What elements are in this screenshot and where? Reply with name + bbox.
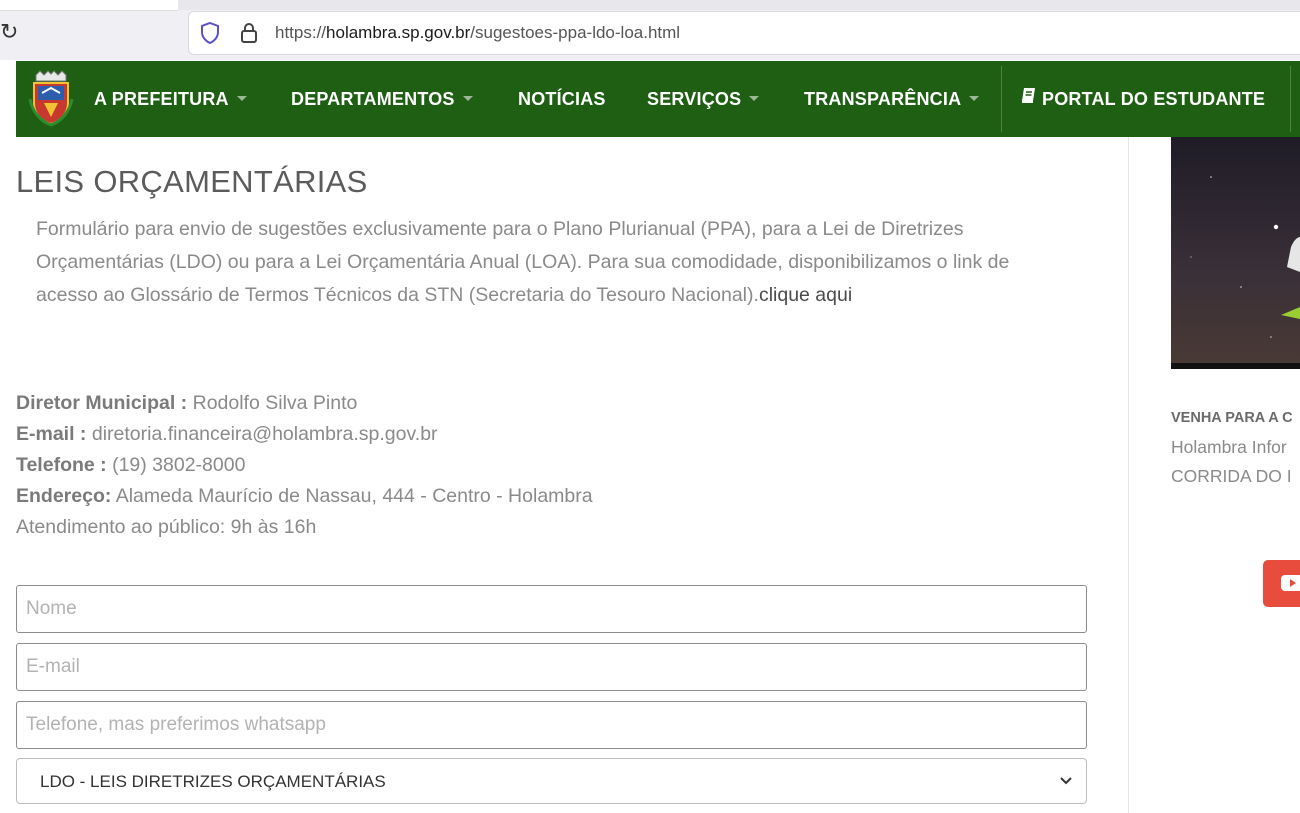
- sidebar-news-title[interactable]: VENHA PARA A C: [1171, 410, 1293, 426]
- page-title: LEIS ORÇAMENTÁRIAS: [16, 164, 368, 199]
- browser-tab[interactable]: [0, 0, 178, 11]
- youtube-button[interactable]: [1263, 560, 1300, 607]
- book-icon: [1021, 87, 1037, 109]
- sidebar-news-line: CORRIDA DO I: [1171, 466, 1292, 486]
- director-line: Diretor Municipal : Rodolfo Silva Pinto: [16, 392, 358, 414]
- contact-info: Diretor Municipal : Rodolfo Silva Pinto …: [16, 388, 593, 543]
- reload-icon[interactable]: ↻: [0, 20, 18, 44]
- address-line: Endereço: Alameda Maurício de Nassau, 44…: [16, 485, 593, 507]
- youtube-icon: [1281, 575, 1300, 596]
- nav-noticias[interactable]: NOTÍCIAS: [518, 89, 606, 110]
- url-text: https://holambra.sp.gov.br/sugestoes-ppa…: [275, 23, 681, 42]
- caret-down-icon: [236, 95, 247, 101]
- nav-departamentos[interactable]: DEPARTAMENTOS: [291, 89, 473, 110]
- glossary-link[interactable]: clique aqui: [759, 284, 852, 306]
- nav-divider: [1001, 66, 1002, 132]
- phone-line: Telefone : (19) 3802-8000: [16, 454, 246, 476]
- sidebar-divider: [1128, 137, 1129, 813]
- browser-toolbar: ↻ https://holambra.sp.gov.br/sugestoes-p…: [0, 0, 1300, 60]
- coat-of-arms-logo[interactable]: [28, 69, 74, 127]
- hours-line: Atendimento ao público: 9h às 16h: [16, 516, 317, 538]
- video-progress-bar: [1171, 363, 1300, 369]
- night-sky-image: [1171, 137, 1300, 369]
- caret-down-icon: [969, 95, 980, 101]
- nav-a-prefeitura[interactable]: A PREFEITURA: [94, 89, 247, 110]
- nav-transparencia[interactable]: TRANSPARÊNCIA: [804, 89, 980, 110]
- video-thumbnail[interactable]: [1171, 137, 1300, 369]
- tab-strip: [0, 0, 1300, 11]
- nav-divider: [1290, 66, 1291, 132]
- main-navbar: A PREFEITURA DEPARTAMENTOS NOTÍCIAS SERV…: [16, 61, 1300, 137]
- caret-down-icon: [749, 95, 760, 101]
- nav-portal-do-estudante[interactable]: PORTAL DO ESTUDANTE: [1021, 87, 1265, 111]
- sidebar-news-line: Holambra Infor: [1171, 437, 1287, 457]
- chevron-down-icon: [1058, 772, 1074, 793]
- email-input[interactable]: [16, 643, 1087, 691]
- email-line: E-mail : diretoria.financeira@holambra.s…: [16, 423, 438, 445]
- select-value: LDO - LEIS DIRETRIZES ORÇAMENTÁRIAS: [40, 772, 386, 791]
- name-input[interactable]: [16, 585, 1087, 633]
- lock-icon[interactable]: [239, 21, 259, 50]
- intro-paragraph: Formulário para envio de sugestões exclu…: [36, 218, 1010, 306]
- nav-servicos[interactable]: SERVIÇOS: [647, 89, 760, 110]
- law-type-select[interactable]: LDO - LEIS DIRETRIZES ORÇAMENTÁRIAS: [16, 758, 1087, 804]
- caret-down-icon: [462, 95, 473, 101]
- phone-input[interactable]: [16, 701, 1087, 749]
- address-bar[interactable]: https://holambra.sp.gov.br/sugestoes-ppa…: [188, 11, 1300, 55]
- shield-icon[interactable]: [199, 21, 221, 50]
